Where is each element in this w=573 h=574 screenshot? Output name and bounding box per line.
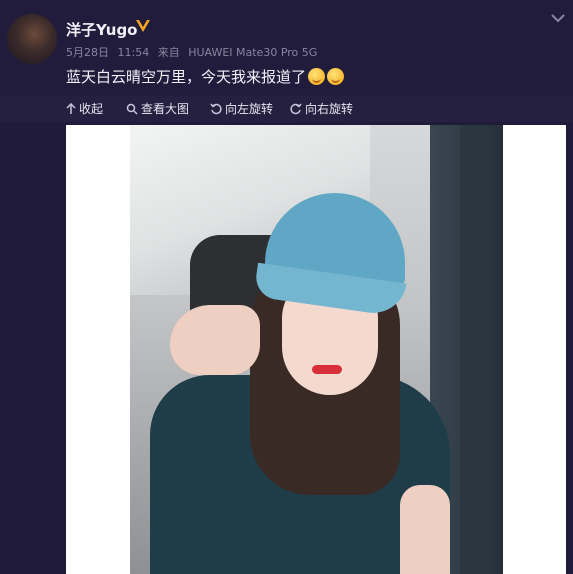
lips — [312, 365, 342, 374]
post-text: 蓝天白云晴空万里，今天我来报道了 — [66, 68, 307, 86]
chevron-down-icon[interactable] — [550, 12, 566, 24]
rotate-left-label: 向左旋转 — [225, 102, 274, 116]
post-time: 11:54 — [117, 46, 150, 59]
smiling-face-emoji-icon — [308, 68, 326, 85]
post-meta: 5月28日 11:54 来自 HUAWEI Mate30 Pro 5G — [66, 44, 322, 60]
rotate-right-label: 向右旋转 — [305, 102, 354, 116]
post-photo[interactable] — [130, 125, 503, 574]
arm — [400, 485, 450, 574]
rotate-right-button[interactable]: 向右旋转 — [290, 100, 353, 117]
post-device: HUAWEI Mate30 Pro 5G — [188, 46, 318, 59]
post-image-frame — [66, 125, 566, 574]
source-prefix: 来自 — [157, 46, 180, 59]
peace-sign-hand — [170, 305, 260, 375]
collapse-button[interactable]: 收起 — [66, 100, 103, 117]
smiling-face-emoji-icon — [327, 68, 345, 85]
avatar[interactable] — [7, 14, 57, 64]
post-date[interactable]: 5月28日 — [66, 46, 109, 59]
username[interactable]: 洋子Yugo — [66, 19, 138, 40]
rotate-left-button[interactable]: 向左旋转 — [210, 100, 273, 117]
post-header: 洋子Yugo 5月28日 11:54 来自 HUAWEI Mate30 Pro … — [0, 0, 573, 96]
seat-belt — [460, 125, 482, 574]
collapse-label: 收起 — [79, 102, 104, 116]
image-toolbar: 收起 查看大图 向左旋转 向右旋转 — [0, 96, 573, 122]
rotate-left-icon — [210, 103, 222, 114]
verified-badge-icon — [136, 20, 150, 32]
arrow-up-icon — [66, 102, 76, 114]
rotate-right-icon — [290, 103, 302, 114]
view-large-label: 查看大图 — [141, 102, 190, 116]
magnifier-icon — [126, 103, 138, 115]
view-large-button[interactable]: 查看大图 — [126, 100, 189, 117]
post-text-line: 蓝天白云晴空万里，今天我来报道了 — [66, 66, 345, 87]
